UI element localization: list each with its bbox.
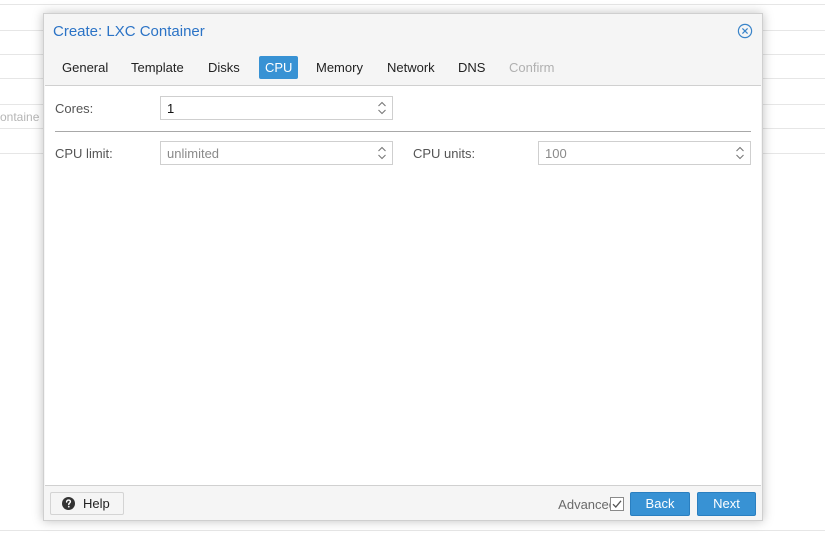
cpu-limit-input[interactable]: [161, 142, 392, 164]
tab-dns[interactable]: DNS: [452, 56, 491, 79]
close-icon[interactable]: [737, 23, 753, 39]
dialog-header: Create: LXC Container: [44, 14, 762, 50]
wizard-tabs: General Template Disks CPU Memory Networ…: [44, 54, 762, 84]
bg-fragment-text: ontaine: [0, 110, 40, 124]
question-circle-icon: [62, 497, 75, 510]
cpu-units-label: CPU units:: [413, 146, 476, 161]
cores-spinner: [160, 96, 393, 120]
tab-network[interactable]: Network: [381, 56, 441, 79]
help-button[interactable]: Help: [50, 492, 124, 515]
dialog-footer: Help Advanced Back Next: [44, 486, 762, 520]
spin-arrows-icon[interactable]: [377, 100, 387, 116]
help-button-label: Help: [83, 496, 110, 511]
tab-general[interactable]: General: [56, 56, 114, 79]
spin-arrows-icon[interactable]: [377, 145, 387, 161]
back-button[interactable]: Back: [630, 492, 690, 516]
bg-row-line: [0, 530, 825, 531]
create-lxc-dialog: Create: LXC Container General Template D…: [43, 13, 763, 521]
tab-memory[interactable]: Memory: [310, 56, 369, 79]
section-separator: [55, 131, 751, 132]
tab-cpu[interactable]: CPU: [259, 56, 299, 79]
tab-confirm: Confirm: [509, 60, 555, 75]
bg-row-line: [0, 4, 825, 5]
cores-label: Cores:: [55, 101, 94, 116]
next-button[interactable]: Next: [697, 492, 756, 516]
checkbox-checked-icon: [610, 497, 624, 511]
cpu-limit-label: CPU limit:: [55, 146, 113, 161]
advanced-checkbox[interactable]: [610, 497, 624, 511]
cpu-units-input[interactable]: [539, 142, 750, 164]
spin-arrows-icon[interactable]: [735, 145, 745, 161]
cpu-units-spinner: [538, 141, 751, 165]
cores-input[interactable]: [161, 97, 392, 119]
advanced-label: Advanced: [558, 497, 616, 512]
dialog-title: Create: LXC Container: [53, 23, 205, 40]
tab-template[interactable]: Template: [125, 56, 190, 79]
cpu-limit-spinner: [160, 141, 393, 165]
tab-disks[interactable]: Disks: [202, 56, 246, 79]
cpu-settings-panel: Cores: CPU limit: CPU units:: [45, 85, 761, 486]
